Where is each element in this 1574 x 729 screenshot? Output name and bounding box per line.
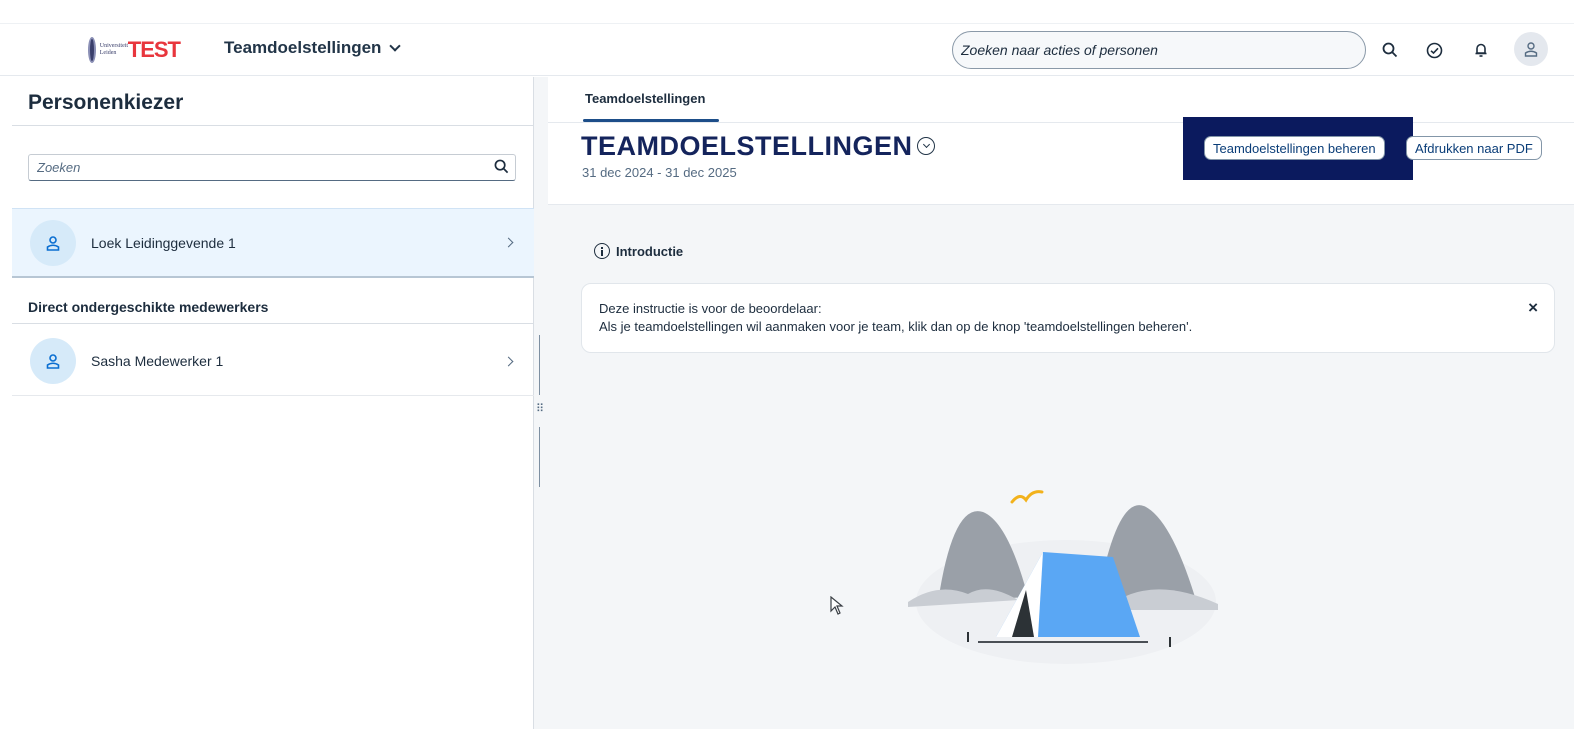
intro-heading[interactable]: Introductie [594,243,683,259]
expand-header-icon[interactable] [917,137,935,155]
user-icon [1524,42,1538,57]
person-search[interactable] [28,154,516,181]
divider [548,122,1574,123]
page-title: TEAMDOELSTELLINGEN [581,131,913,161]
person-item-manager[interactable]: Loek Leidinggevende 1 [12,208,534,278]
tab-teamdoelstellingen[interactable]: Teamdoelstellingen [585,91,705,106]
search-icon[interactable] [494,159,509,179]
divider [12,395,534,396]
splitter-line [539,335,540,395]
user-icon [46,354,60,369]
person-name: Sasha Medewerker 1 [91,353,224,369]
bell-icon[interactable] [1467,36,1495,64]
intro-line-2: Als je teamdoelstellingen wil aanmaken v… [599,319,1193,334]
divider [12,125,534,126]
top-strip [0,0,1574,24]
task-check-icon[interactable] [1420,36,1448,64]
manage-goals-button[interactable]: Teamdoelstellingen beheren [1204,136,1385,160]
person-search-input[interactable] [29,155,515,180]
university-seal-icon [88,37,96,63]
intro-message: Deze instructie is voor de beoordelaar: … [581,283,1555,353]
chevron-down-icon [389,39,402,52]
close-icon[interactable]: × [1528,298,1538,318]
intro-line-1: Deze instructie is voor de beoordelaar: [599,301,822,316]
chevron-right-icon [503,356,514,366]
app-title-menu[interactable]: Teamdoelstellingen [224,38,402,58]
shell-bar: Universiteit Leiden TEST Teamdoelstellin… [0,0,1574,76]
person-item-report[interactable]: Sasha Medewerker 1 [12,326,534,396]
pane-resize-handle[interactable]: ⠿ [534,77,548,729]
intro-heading-text: Introductie [616,243,684,259]
user-icon [46,235,60,251]
main-content: Teamdoelstellingen TEAMDOELSTELLINGEN 31… [548,77,1574,729]
global-search[interactable] [952,31,1366,69]
splitter-line [539,427,540,487]
logo-text: TEST [127,37,181,62]
person-picker-pane: Personenkiezer Loek Leidinggevende 1 Dir… [12,77,534,729]
grip-icon[interactable]: ⠿ [536,402,544,415]
company-logo[interactable]: Universiteit Leiden TEST [88,33,181,67]
divider [12,323,534,324]
mouse-pointer-icon [830,596,844,615]
person-name: Loek Leidinggevende 1 [91,234,236,251]
app-title: Teamdoelstellingen [224,38,382,57]
search-icon[interactable] [1376,36,1404,64]
empty-state-tent-illustration [908,490,1218,664]
page-header: Teamdoelstellingen TEAMDOELSTELLINGEN 31… [548,77,1574,205]
user-avatar[interactable] [1514,32,1548,66]
global-search-input[interactable] [953,32,1365,68]
avatar [30,338,76,384]
info-icon [594,243,610,259]
chevron-right-icon [503,237,514,248]
print-pdf-button[interactable]: Afdrukken naar PDF [1406,136,1542,160]
person-picker-title: Personenkiezer [28,91,184,114]
group-title: Direct ondergeschikte medewerkers [28,299,269,315]
period-range: 31 dec 2024 - 31 dec 2025 [582,165,737,180]
logo-subtext: Universiteit Leiden [99,43,129,56]
avatar [30,219,76,266]
